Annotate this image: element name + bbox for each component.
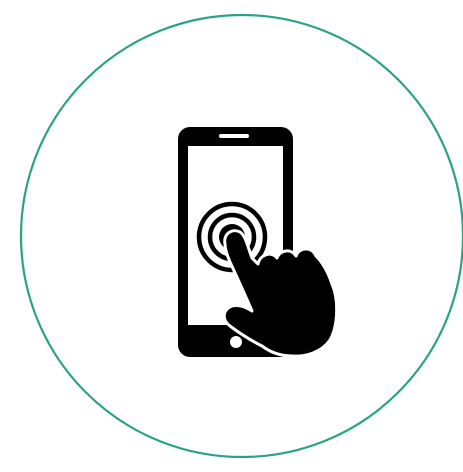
tap-icon-svg (19, 13, 463, 459)
phone-speaker (219, 134, 249, 138)
phone-home-button (230, 336, 242, 348)
tap-icon-illustration (0, 0, 463, 472)
